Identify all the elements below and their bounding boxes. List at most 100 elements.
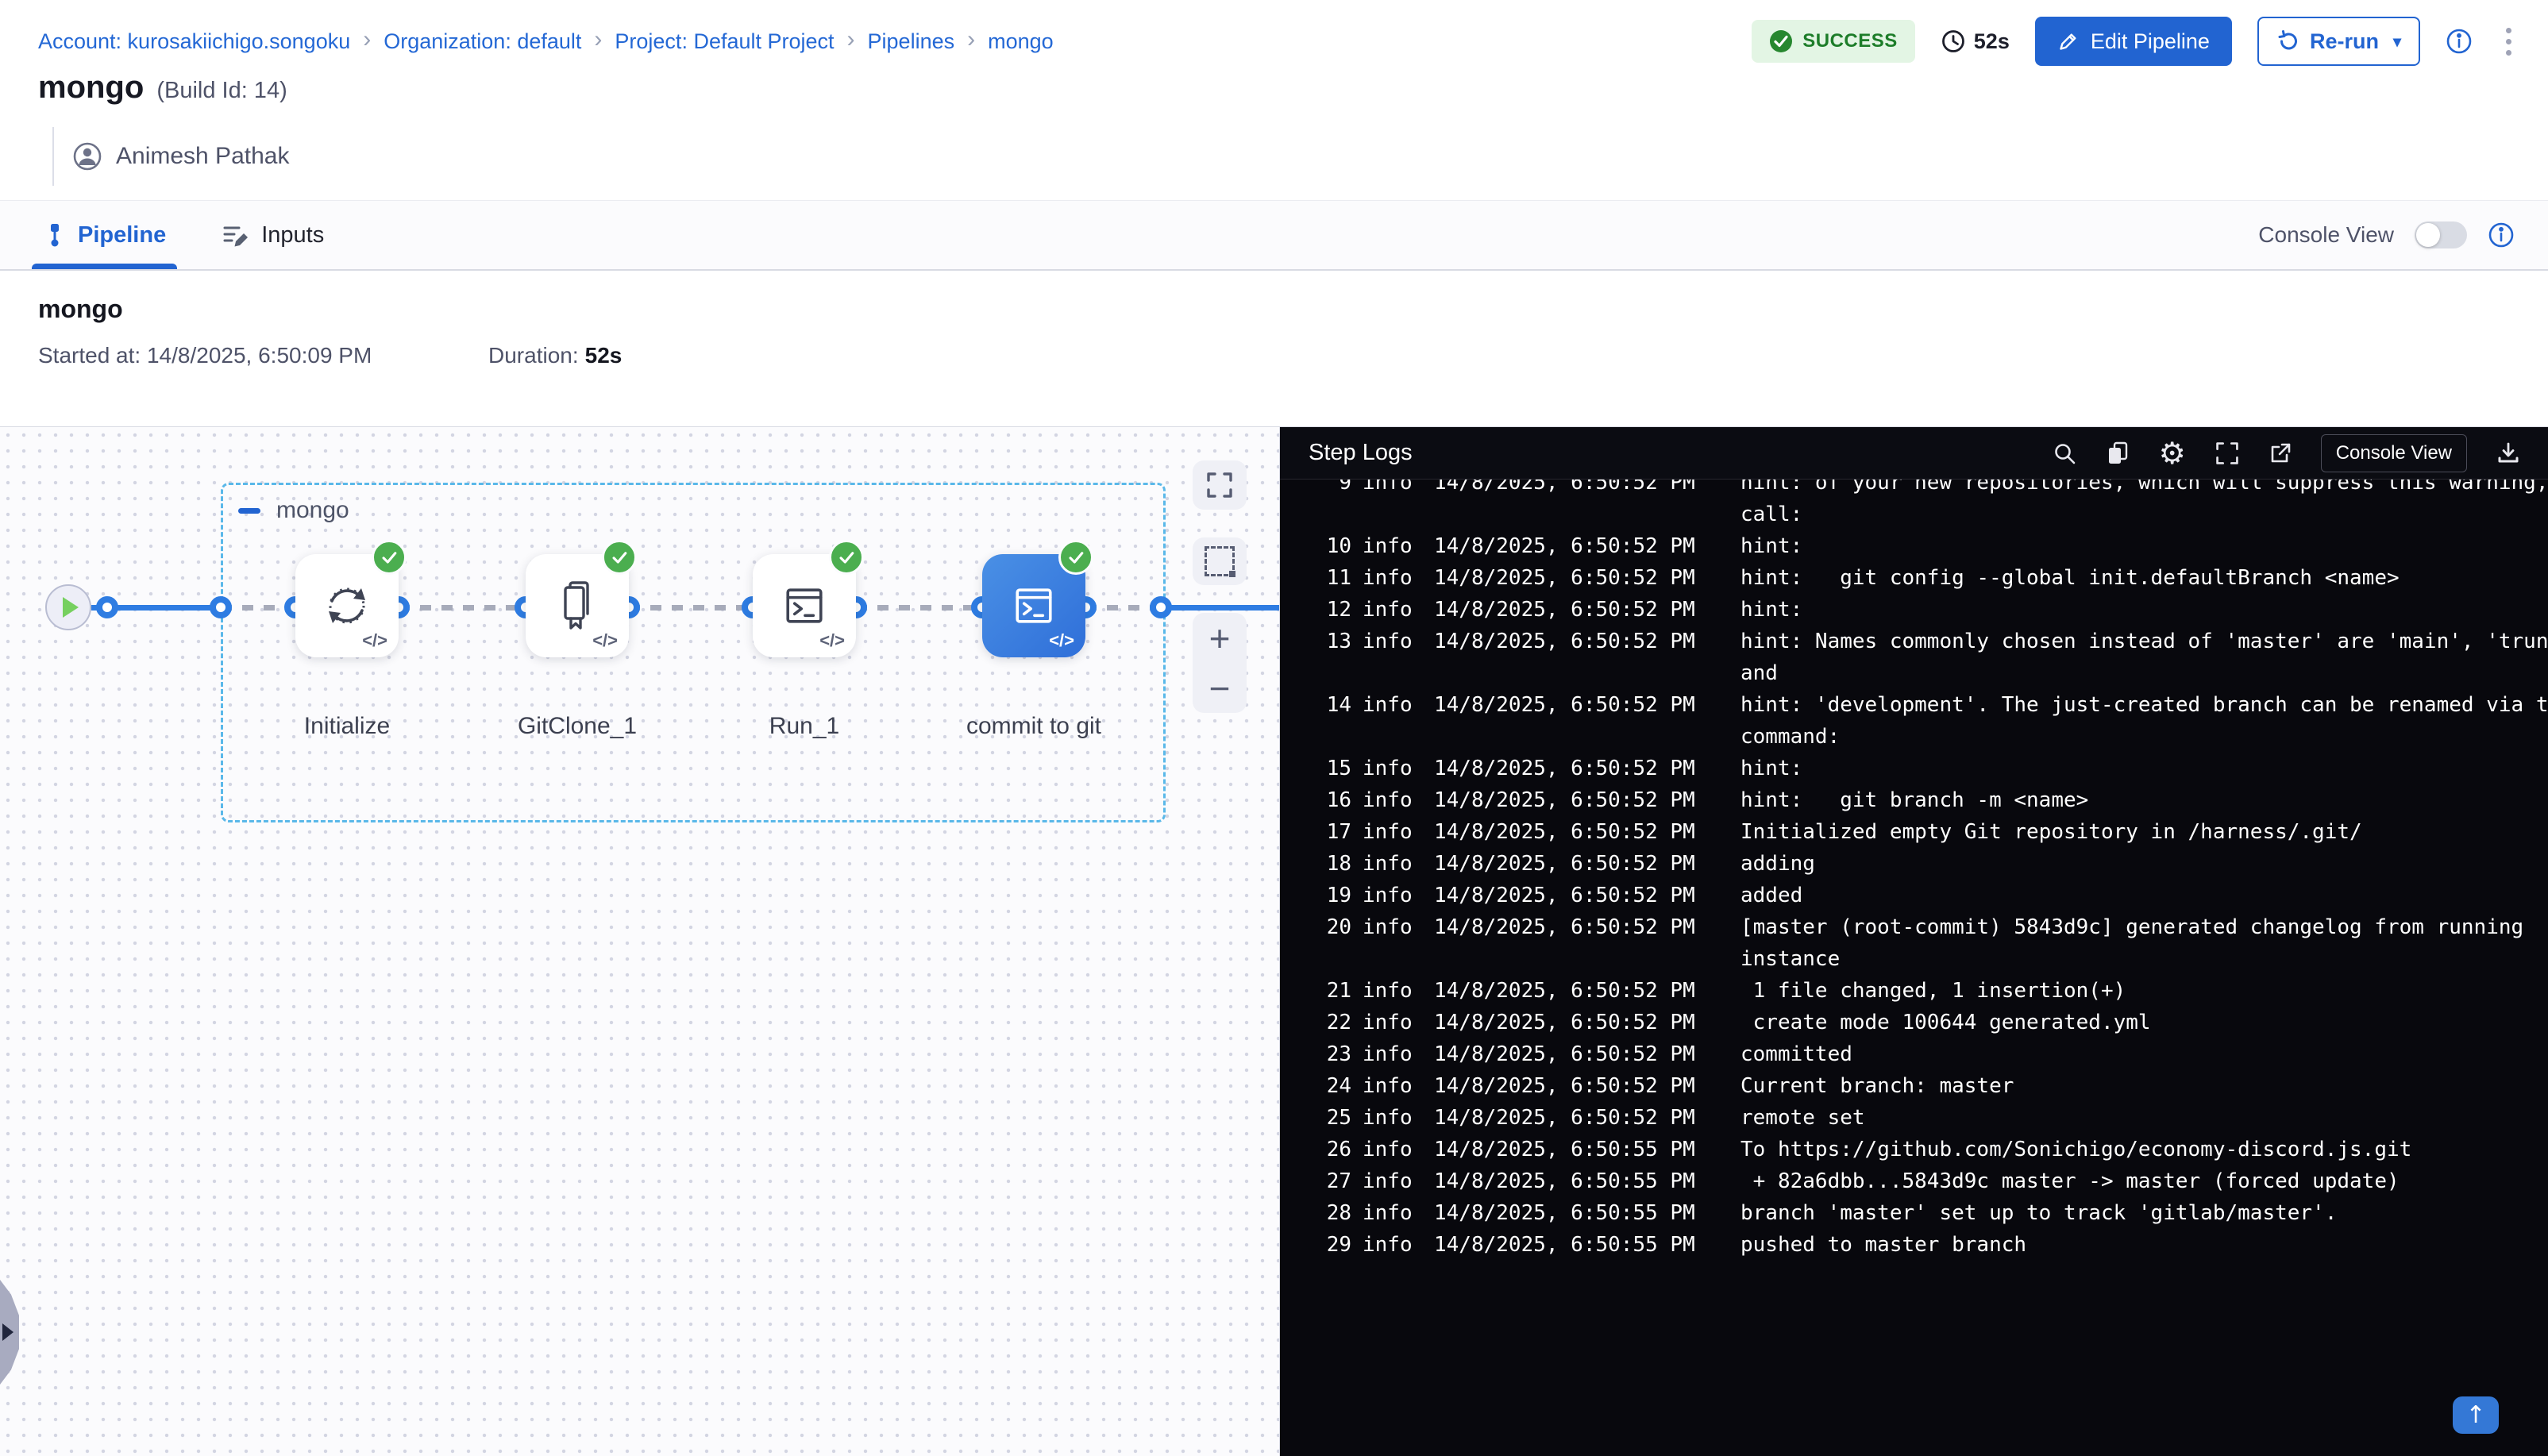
chevron-right-icon bbox=[2, 1323, 13, 1341]
header-actions: SUCCESS 52s Edit Pipeline Re-run ▾ bbox=[1752, 17, 2519, 66]
inputs-tab-icon bbox=[222, 221, 250, 248]
log-body: 9info14/8/2025, 6:50:52 PMhint: of your … bbox=[1280, 480, 2548, 1456]
breadcrumb-link[interactable]: Organization: default bbox=[384, 29, 581, 54]
build-id: (Build Id: 14) bbox=[156, 78, 287, 104]
status-badge: SUCCESS bbox=[1752, 20, 1915, 63]
canvas-marquee-button[interactable] bbox=[1193, 537, 1247, 585]
pipeline-canvas: mongo </>Initialize</>GitClone_1</>Run_1… bbox=[0, 427, 1280, 1456]
console-view-label: Console View bbox=[2258, 222, 2394, 248]
log-row: 11info14/8/2025, 6:50:52 PMhint: git con… bbox=[1315, 562, 2524, 594]
log-row: 21info14/8/2025, 6:50:52 PM 1 file chang… bbox=[1315, 975, 2524, 1007]
tab-bar-right: Console View bbox=[2258, 221, 2515, 248]
console-view-toggle[interactable] bbox=[2415, 221, 2467, 248]
clock-icon bbox=[1941, 29, 1966, 54]
author-row: Animesh Pathak bbox=[52, 127, 289, 186]
sync-icon bbox=[318, 577, 376, 634]
open-in-new-icon[interactable] bbox=[2269, 441, 2292, 465]
status-text: SUCCESS bbox=[1802, 30, 1898, 52]
pencil-icon bbox=[2057, 30, 2080, 52]
pipeline-tab-icon bbox=[43, 222, 67, 248]
check-circle-icon bbox=[1769, 29, 1793, 53]
author-name: Animesh Pathak bbox=[116, 143, 289, 170]
log-row: 13info14/8/2025, 6:50:52 PMhint: Names c… bbox=[1315, 626, 2524, 689]
breadcrumb: Account: kurosakiichigo.songoku › Organiza… bbox=[38, 28, 1054, 55]
top-header: Account: kurosakiichigo.songoku › Organiza… bbox=[0, 0, 2548, 83]
tab-inputs[interactable]: Inputs bbox=[217, 201, 329, 269]
fullscreen-icon bbox=[1204, 471, 1235, 499]
elapsed-value: 52s bbox=[1974, 29, 2010, 54]
step-node-initialize[interactable]: </> bbox=[295, 554, 399, 657]
code-glyph-icon: </> bbox=[362, 630, 387, 651]
log-row: 20info14/8/2025, 6:50:52 PM[master (root… bbox=[1315, 911, 2524, 975]
tabs: Pipeline Inputs bbox=[38, 201, 329, 269]
rerun-button[interactable]: Re-run ▾ bbox=[2257, 17, 2420, 66]
fullscreen-icon[interactable] bbox=[2215, 441, 2240, 466]
log-row: 28info14/8/2025, 6:50:55 PMbranch 'maste… bbox=[1315, 1197, 2524, 1229]
started-at: Started at: 14/8/2025, 6:50:09 PM bbox=[38, 343, 488, 368]
tab-bar: Pipeline Inputs Console View bbox=[0, 200, 2548, 271]
step-logs-panel: Step Logs ⚙ Console View 9info14/8/2025,… bbox=[1280, 427, 2548, 1456]
code-glyph-icon: </> bbox=[592, 630, 618, 651]
log-row: 22info14/8/2025, 6:50:52 PM create mode … bbox=[1315, 1007, 2524, 1038]
search-icon[interactable] bbox=[2053, 441, 2076, 465]
canvas-fullscreen-button[interactable] bbox=[1193, 460, 1247, 510]
breadcrumb-link[interactable]: Project: Default Project bbox=[615, 29, 834, 54]
breadcrumb-separator: › bbox=[847, 28, 855, 55]
log-toolbar: ⚙ Console View bbox=[2053, 434, 2521, 472]
log-row: 17info14/8/2025, 6:50:52 PMInitialized e… bbox=[1315, 816, 2524, 848]
zoom-in-button[interactable]: + bbox=[1209, 620, 1231, 657]
log-row: 14info14/8/2025, 6:50:52 PMhint: 'develo… bbox=[1315, 689, 2524, 753]
code-glyph-icon: </> bbox=[1049, 630, 1074, 651]
pipeline-execution-page: Account: kurosakiichigo.songoku › Organiza… bbox=[0, 0, 2548, 1456]
log-row: 10info14/8/2025, 6:50:52 PMhint: bbox=[1315, 530, 2524, 562]
success-check-icon bbox=[602, 540, 637, 575]
info-icon[interactable] bbox=[2446, 28, 2473, 55]
step-node-gitclone_1[interactable]: </> bbox=[526, 554, 629, 657]
step-logs-title: Step Logs bbox=[1309, 440, 1413, 466]
settings-icon[interactable]: ⚙ bbox=[2159, 438, 2186, 468]
success-check-icon bbox=[1058, 540, 1093, 575]
step-node-label: Run_1 bbox=[685, 713, 923, 740]
title-row: mongo (Build Id: 14) bbox=[38, 70, 287, 106]
refresh-icon bbox=[2276, 29, 2300, 53]
edit-pipeline-button[interactable]: Edit Pipeline bbox=[2035, 17, 2232, 66]
log-row: 16info14/8/2025, 6:50:52 PMhint: git bra… bbox=[1315, 784, 2524, 816]
tab-pipeline[interactable]: Pipeline bbox=[38, 201, 171, 269]
elapsed-time: 52s bbox=[1941, 29, 2010, 54]
step-node-label: Initialize bbox=[228, 713, 466, 740]
stage-title: mongo bbox=[38, 295, 2510, 324]
step-node-commit-to-git[interactable]: </> bbox=[982, 554, 1085, 657]
terminal-icon bbox=[777, 579, 831, 633]
scroll-to-top-button[interactable]: ↑ bbox=[2453, 1396, 2499, 1434]
log-row: 27info14/8/2025, 6:50:55 PM + 82a6dbb...… bbox=[1315, 1165, 2524, 1197]
left-drawer-handle[interactable] bbox=[0, 1280, 19, 1385]
caret-down-icon: ▾ bbox=[2393, 32, 2401, 52]
breadcrumb-separator: › bbox=[363, 28, 371, 55]
log-link[interactable]: https://github.com/Sonichigo/economy-dis… bbox=[1778, 1138, 2411, 1161]
terminal-icon bbox=[1007, 579, 1061, 633]
copy-icon[interactable] bbox=[2105, 441, 2130, 466]
breadcrumb-separator: › bbox=[594, 28, 602, 55]
step-node-run_1[interactable]: </> bbox=[753, 554, 856, 657]
tab-label: Inputs bbox=[261, 222, 324, 248]
log-row: 18info14/8/2025, 6:50:52 PMadding bbox=[1315, 848, 2524, 880]
kebab-menu-icon[interactable] bbox=[2498, 23, 2519, 60]
download-icon[interactable] bbox=[2496, 441, 2521, 466]
console-view-button[interactable]: Console View bbox=[2321, 434, 2467, 472]
play-icon bbox=[63, 597, 79, 618]
execution-meta: mongo Started at: 14/8/2025, 6:50:09 PM … bbox=[0, 271, 2548, 427]
zoom-out-button[interactable]: − bbox=[1209, 670, 1231, 707]
success-check-icon bbox=[372, 540, 407, 575]
info-icon[interactable] bbox=[2488, 221, 2515, 248]
tab-label: Pipeline bbox=[78, 222, 166, 248]
log-row: 23info14/8/2025, 6:50:52 PMcommitted bbox=[1315, 1038, 2524, 1070]
collapse-icon[interactable] bbox=[238, 508, 260, 514]
log-row: 25info14/8/2025, 6:50:52 PMremote set bbox=[1315, 1102, 2524, 1134]
stage-group-name: mongo bbox=[276, 497, 349, 524]
breadcrumb-link[interactable]: Pipelines bbox=[868, 29, 955, 54]
breadcrumb-link[interactable]: mongo bbox=[988, 29, 1054, 54]
marquee-select-icon bbox=[1205, 546, 1235, 576]
log-row: 26info14/8/2025, 6:50:55 PMTo https://gi… bbox=[1315, 1134, 2524, 1165]
canvas-zoom-controls: + − bbox=[1193, 613, 1247, 713]
breadcrumb-link[interactable]: Account: kurosakiichigo.songoku bbox=[38, 29, 350, 54]
